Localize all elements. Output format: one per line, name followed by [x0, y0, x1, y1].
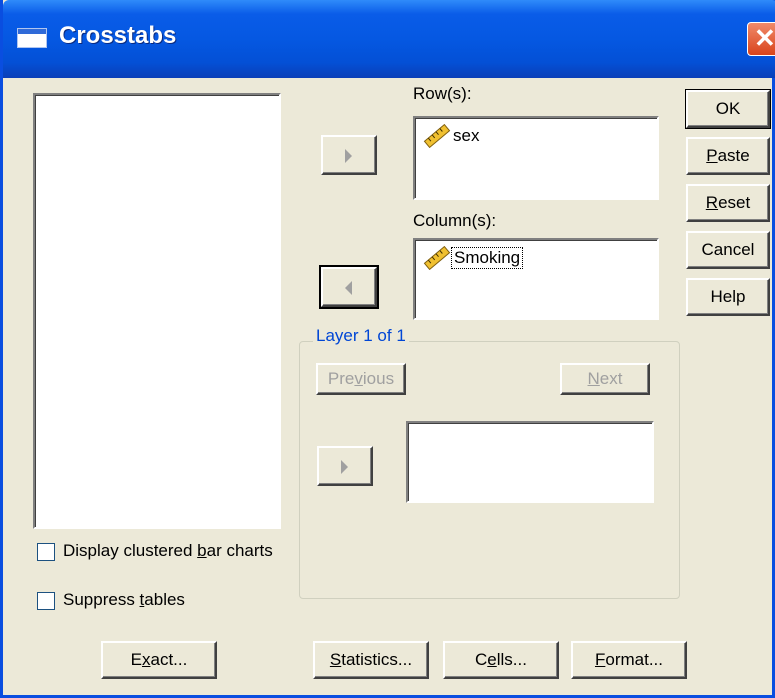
format-button[interactable]: Format... — [571, 641, 687, 679]
cancel-button[interactable]: Cancel — [686, 231, 770, 269]
previous-button[interactable]: Previous — [316, 363, 406, 395]
window-icon — [17, 28, 47, 48]
clustered-bar-checkbox[interactable] — [37, 543, 55, 561]
window-title: Crosstabs — [59, 22, 177, 49]
rows-label: Row(s): — [413, 84, 472, 103]
help-button[interactable]: Help — [686, 278, 770, 316]
scale-ruler-icon — [423, 246, 451, 270]
source-variable-list[interactable] — [33, 93, 281, 529]
next-button[interactable]: Next — [560, 363, 650, 395]
clustered-bar-label: Display clustered bar charts — [63, 541, 273, 560]
statistics-button[interactable]: Statistics... — [313, 641, 429, 679]
title-bar: Crosstabs ✕ — [3, 0, 775, 78]
paste-button[interactable]: Paste — [686, 137, 770, 175]
reset-button[interactable]: Reset — [686, 184, 770, 222]
move-to-rows-button[interactable] — [321, 135, 377, 175]
layer-list[interactable] — [406, 421, 654, 503]
suppress-tables-checkbox[interactable] — [37, 592, 55, 610]
dialog-body: Row(s): sex Column(s): Smoking Layer 1 o… — [3, 78, 775, 698]
columns-item-label: Smoking — [451, 247, 524, 269]
crosstabs-dialog: Crosstabs ✕ Row(s): sex Column(s): Smoki… — [0, 0, 775, 698]
columns-item-smoking[interactable]: Smoking — [423, 246, 524, 270]
layer-label: Layer 1 of 1 — [313, 326, 409, 346]
columns-list[interactable]: Smoking — [413, 238, 659, 320]
rows-item-sex[interactable]: sex — [423, 124, 479, 148]
exact-button[interactable]: Exact... — [101, 641, 217, 679]
move-from-columns-button[interactable] — [319, 265, 379, 309]
move-to-layer-button[interactable] — [317, 446, 373, 486]
arrow-right-icon — [345, 149, 352, 163]
cells-button[interactable]: Cells... — [443, 641, 559, 679]
close-button[interactable]: ✕ — [747, 22, 775, 56]
rows-list[interactable]: sex — [413, 116, 659, 200]
arrow-right-icon — [341, 460, 348, 474]
scale-ruler-icon — [423, 124, 451, 148]
columns-label: Column(s): — [413, 211, 497, 230]
ok-button[interactable]: OK — [685, 89, 771, 129]
suppress-tables-label: Suppress tables — [63, 590, 185, 609]
rows-item-label: sex — [453, 126, 480, 145]
close-icon: ✕ — [754, 23, 775, 53]
arrow-left-icon — [345, 281, 352, 295]
